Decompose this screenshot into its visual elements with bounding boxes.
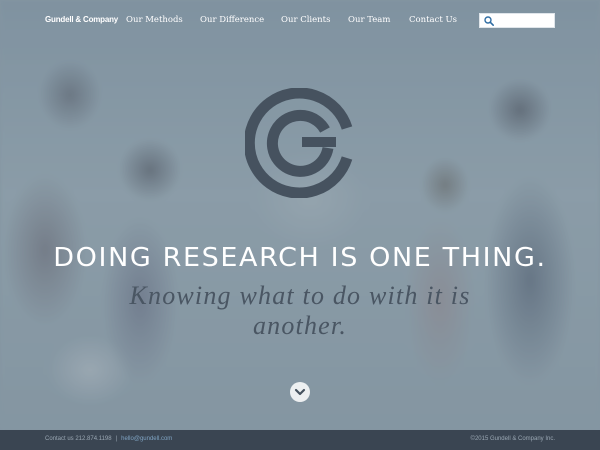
nav-our-clients[interactable]: Our Clients xyxy=(281,15,330,25)
footer-email-link[interactable]: hello@gundell.com xyxy=(121,436,172,442)
hero-subhead: Knowing what to do with it is another. xyxy=(129,281,471,340)
nav-our-team[interactable]: Our Team xyxy=(348,15,390,25)
footer-copyright: ©2015 Gundell & Company Inc. xyxy=(470,436,555,442)
footer: Contact us 212.874.1198 | hello@gundell.co… xyxy=(0,430,600,450)
brand-wordmark[interactable]: Gundell & Company xyxy=(45,15,118,24)
scroll-down-button[interactable] xyxy=(290,382,310,402)
top-navigation: Gundell & Company Our Methods Our Differ… xyxy=(0,0,600,40)
gc-monogram-logo xyxy=(245,88,353,198)
footer-contact: Contact us 212.874.1198 | hello@gundell.co… xyxy=(45,436,172,442)
nav-our-methods[interactable]: Our Methods xyxy=(126,15,183,25)
hero-overlay xyxy=(0,0,600,430)
chevron-down-icon xyxy=(294,388,306,396)
search-box[interactable] xyxy=(479,13,555,28)
footer-separator: | xyxy=(115,436,118,442)
nav-our-difference[interactable]: Our Difference xyxy=(200,15,264,25)
search-input[interactable] xyxy=(496,15,552,26)
search-icon[interactable] xyxy=(484,16,494,26)
hero-headline: DOING RESEARCH IS ONE THING. xyxy=(53,243,547,273)
nav-contact-us[interactable]: Contact Us xyxy=(409,15,457,25)
footer-phone: Contact us 212.874.1198 xyxy=(45,436,112,442)
